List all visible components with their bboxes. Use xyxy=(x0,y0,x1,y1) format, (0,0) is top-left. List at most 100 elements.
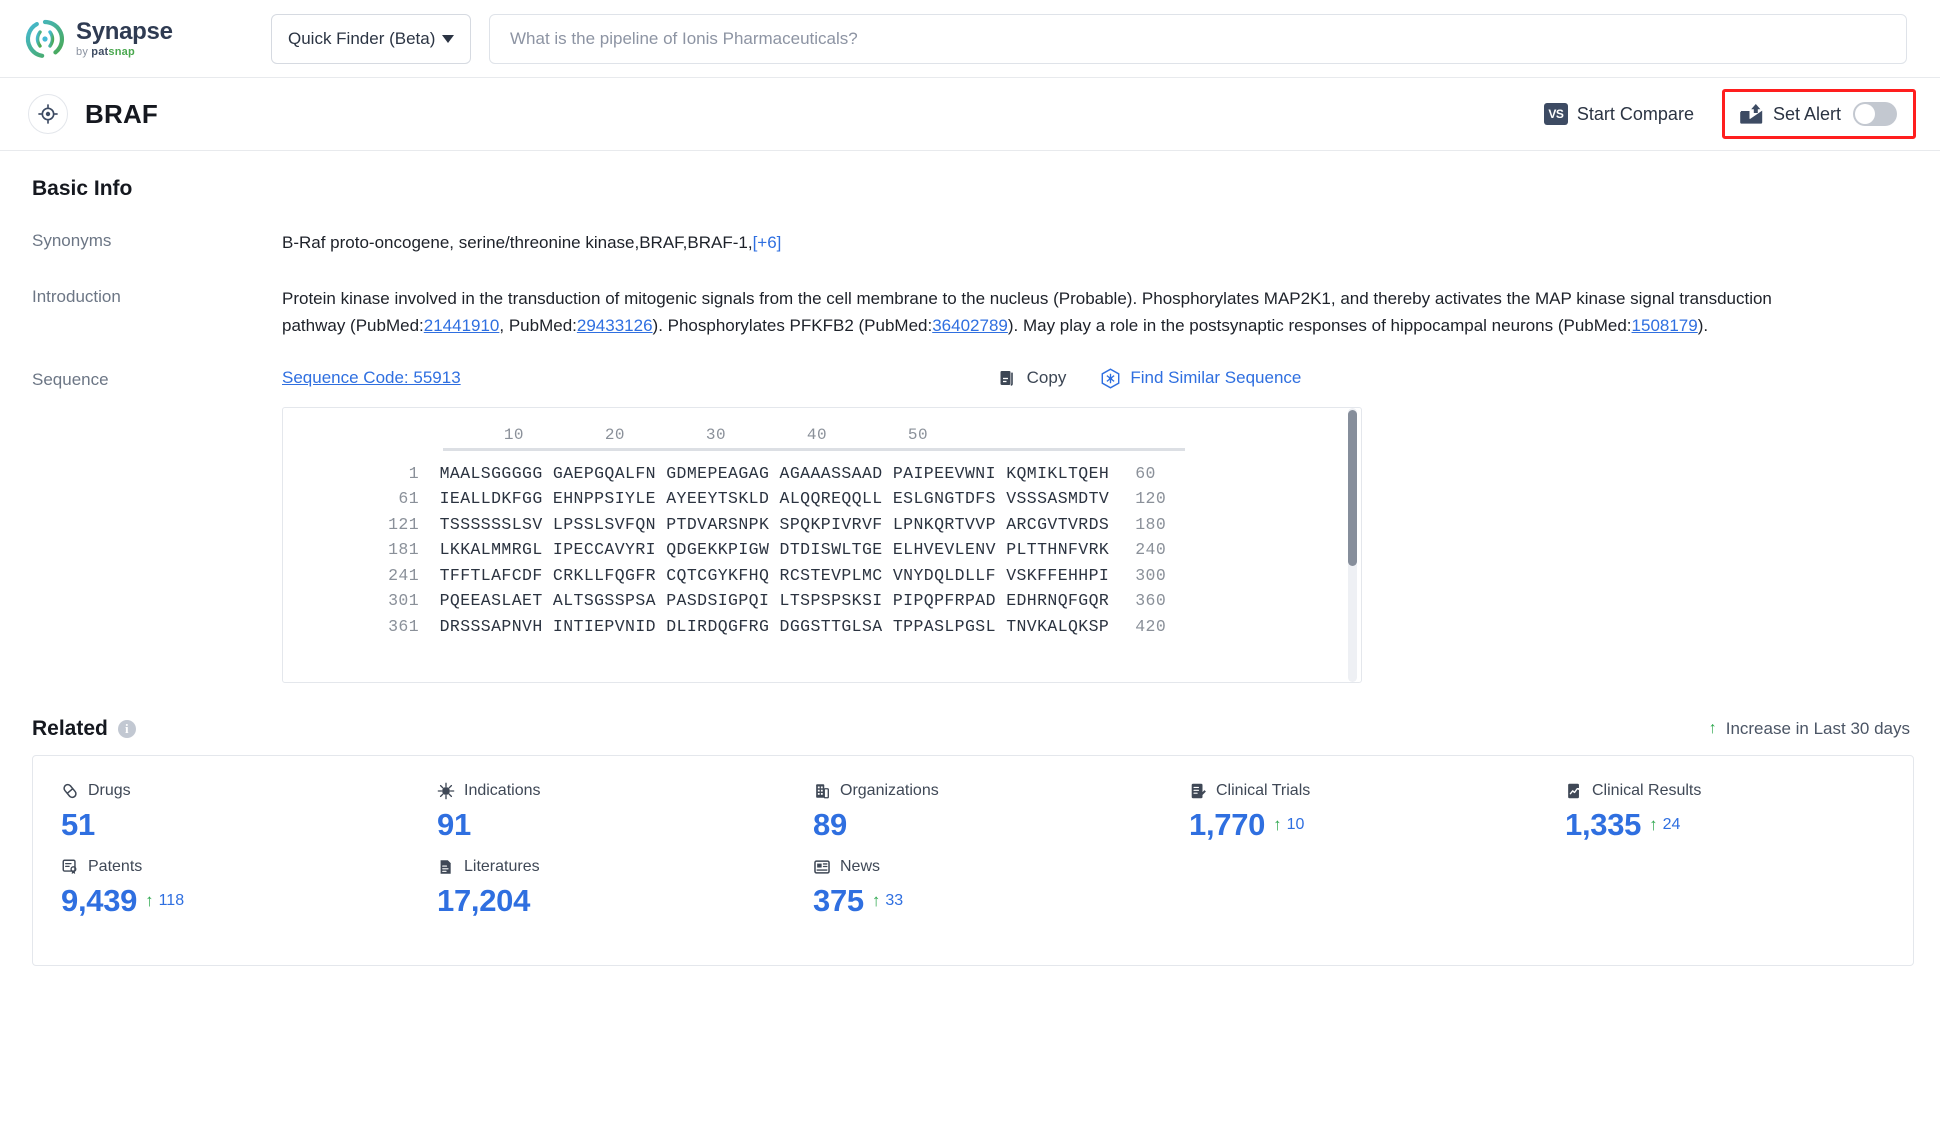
related-heading: Related i xyxy=(32,717,136,741)
stat-delta-value: 10 xyxy=(1286,815,1305,833)
sequence-line-start: 61 xyxy=(398,489,419,509)
stat-card-drugs[interactable]: Drugs 51 xyxy=(33,782,409,845)
sequence-scrollbar-thumb[interactable] xyxy=(1348,409,1357,566)
page-title: BRAF xyxy=(85,98,159,129)
stat-value-row: 1,770 ↑ 10 xyxy=(1189,806,1537,845)
stat-label-row: Clinical Trials xyxy=(1189,782,1537,800)
literatures-icon xyxy=(437,858,455,876)
sequence-line-residues: TFFTLAFCDF CRKLLFQGFR CQTCGYKFHQ RCSTEVP… xyxy=(419,565,1110,585)
pubmed-link-3[interactable]: 36402789 xyxy=(932,316,1008,335)
top-bar: Synapse by patsnap Quick Finder (Beta) xyxy=(0,0,1940,78)
find-similar-icon xyxy=(1100,368,1121,389)
stat-value: 1,770 xyxy=(1189,806,1266,842)
start-compare-button[interactable]: VS Start Compare xyxy=(1530,93,1708,135)
stat-card-news[interactable]: News 375 ↑ 33 xyxy=(785,858,1161,921)
stat-delta: ↑ 33 xyxy=(872,882,903,911)
sequence-code-link[interactable]: Sequence Code: 55913 xyxy=(282,368,461,388)
stat-delta-value: 118 xyxy=(158,892,185,910)
sequence-line-end: 300 xyxy=(1135,565,1167,585)
up-arrow-icon: ↑ xyxy=(1273,814,1282,834)
stat-label-row: Drugs xyxy=(61,782,409,800)
clinical-results-icon xyxy=(1565,782,1583,800)
sequence-line-start: 181 xyxy=(388,540,419,560)
increase-legend: ↑ Increase in Last 30 days xyxy=(1709,719,1910,739)
stat-label-text: Indications xyxy=(464,781,541,799)
info-icon[interactable]: i xyxy=(117,719,136,738)
set-alert-toggle[interactable] xyxy=(1853,102,1897,126)
stat-label-row: News xyxy=(813,858,1161,876)
stat-card-organizations[interactable]: Organizations 89 xyxy=(785,782,1161,845)
sequence-line-end: 180 xyxy=(1135,514,1167,534)
stat-delta: ↑ 24 xyxy=(1649,806,1680,835)
synonyms-more-link[interactable]: [+6] xyxy=(753,233,782,252)
up-arrow-icon: ↑ xyxy=(871,891,881,911)
stat-delta: ↑ 118 xyxy=(145,882,184,911)
introduction-part-4: ). May play a role in the postsynaptic r… xyxy=(1007,316,1632,336)
patents-icon xyxy=(61,858,79,876)
introduction-part-5: ). xyxy=(1697,316,1709,336)
sequence-rows: 1 MAALSGGGGG GAEPGQALFN GDMEPEAGAG AGAAA… xyxy=(283,461,1361,640)
stat-card-clinical-trials[interactable]: Clinical Trials 1,770 ↑ 10 xyxy=(1161,782,1537,845)
sequence-line-end: 420 xyxy=(1135,616,1167,636)
stat-label-row: Indications xyxy=(437,782,785,800)
stat-label-text: Literatures xyxy=(464,858,540,876)
stat-value: 9,439 xyxy=(61,883,138,919)
clinical-trials-icon xyxy=(1189,782,1207,800)
target-icon xyxy=(28,94,68,134)
stat-label-text: Clinical Trials xyxy=(1216,781,1311,799)
find-similar-sequence-button[interactable]: Find Similar Sequence xyxy=(1100,368,1301,389)
introduction-part-3: ). Phosphorylates PFKFB2 (PubMed: xyxy=(652,316,933,336)
stat-label-text: Clinical Results xyxy=(1592,781,1702,799)
stat-label-row: Organizations xyxy=(813,782,1161,800)
sequence-line: 61 IEALLDKFGG EHNPPSIYLE AYEEYTSKLD ALQQ… xyxy=(283,486,1361,512)
alert-mail-icon xyxy=(1739,103,1764,125)
stat-card-patents[interactable]: Patents 9,439 ↑ 118 xyxy=(33,858,409,921)
quick-finder-label: Quick Finder (Beta) xyxy=(288,28,436,48)
stat-value-row: 91 xyxy=(437,806,785,845)
stat-value: 91 xyxy=(437,806,471,842)
sequence-block: Sequence Code: 55913 Copy Find Similar S… xyxy=(282,368,1362,683)
sequence-line: 121 TSSSSSSLSV LPSSLSVFQN PTDVARSNPK SPQ… xyxy=(283,512,1361,538)
stat-value: 375 xyxy=(813,883,864,919)
stat-value-row: 17,204 xyxy=(437,882,785,921)
indications-virus-icon xyxy=(437,782,455,800)
chevron-down-icon xyxy=(442,34,454,43)
pubmed-link-1[interactable]: 21441910 xyxy=(424,316,500,335)
pubmed-link-4[interactable]: 1508179 xyxy=(1632,316,1698,335)
sequence-viewer[interactable]: 10 20 30 40 50 1 MAALSGGGGG GAEPGQALFN G… xyxy=(282,406,1362,683)
brand-name: Synapse xyxy=(76,17,173,45)
up-arrow-icon: ↑ xyxy=(1649,814,1658,834)
sequence-line-end: 120 xyxy=(1135,489,1167,509)
search-bar[interactable] xyxy=(489,13,1907,64)
set-alert-label: Set Alert xyxy=(1772,103,1841,124)
synonyms-row: Synonyms B-Raf proto-oncogene, serine/th… xyxy=(32,229,1910,257)
sequence-line-residues: DRSSSAPNVH INTIEPVNID DLIRDQGFRG DGGSTTG… xyxy=(419,616,1110,636)
stat-value-row: 89 xyxy=(813,806,1161,845)
sequence-line: 361 DRSSSAPNVH INTIEPVNID DLIRDQGFRG DGG… xyxy=(283,614,1361,640)
stat-label-text: Drugs xyxy=(88,781,131,799)
stat-value-row: 375 ↑ 33 xyxy=(813,882,1161,921)
pubmed-link-2[interactable]: 29433126 xyxy=(577,316,653,335)
introduction-label: Introduction xyxy=(32,286,121,306)
sequence-scrollbar-track[interactable] xyxy=(1348,407,1357,682)
stat-grid: Drugs 51 Indications 91 Organizations 89 Clini… xyxy=(33,782,1913,936)
brand-sub-snap: snap xyxy=(108,45,135,58)
quick-finder-select[interactable]: Quick Finder (Beta) xyxy=(271,13,471,64)
organizations-building-icon xyxy=(813,782,831,800)
sequence-row: Sequence Sequence Code: 55913 Copy Find … xyxy=(32,368,1910,683)
stat-card-literatures[interactable]: Literatures 17,204 xyxy=(409,858,785,921)
sequence-header: Sequence Code: 55913 Copy Find Similar S… xyxy=(282,368,1362,389)
sequence-line-end: 360 xyxy=(1135,591,1167,611)
introduction-part-2: , PubMed: xyxy=(499,316,577,336)
brand-logo[interactable]: Synapse by patsnap xyxy=(24,18,204,60)
stat-label-text: Organizations xyxy=(840,781,939,799)
set-alert-highlight-box: Set Alert xyxy=(1721,89,1916,139)
stat-card-clinical-results[interactable]: Clinical Results 1,335 ↑ 24 xyxy=(1537,782,1913,845)
stat-card-indications[interactable]: Indications 91 xyxy=(409,782,785,845)
search-input[interactable] xyxy=(508,27,1888,50)
sequence-line-start: 241 xyxy=(388,565,419,585)
sequence-line: 181 LKKALMMRGL IPECCAVYRI QDGEKKPIGW DTD… xyxy=(283,537,1361,563)
copy-button[interactable]: Copy xyxy=(998,368,1066,388)
find-similar-label: Find Similar Sequence xyxy=(1130,368,1302,388)
stat-delta-value: 24 xyxy=(1662,815,1681,833)
